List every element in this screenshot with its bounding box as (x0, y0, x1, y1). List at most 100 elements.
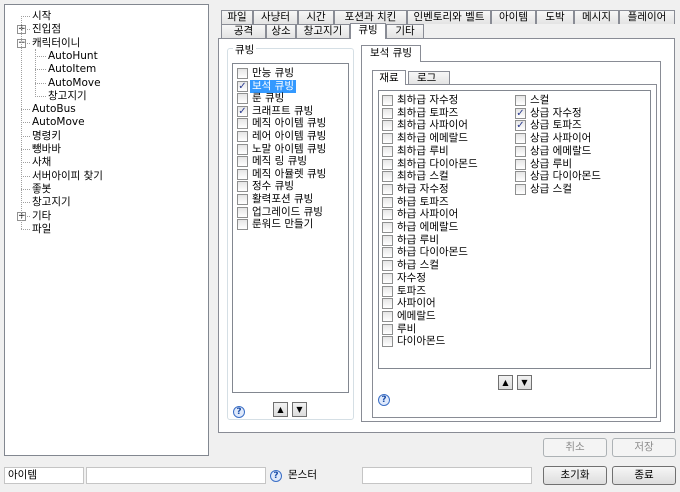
tree-item[interactable]: 서버아이피 찾기 (31, 170, 104, 183)
unchecked-checkbox[interactable] (237, 206, 248, 218)
unchecked-checkbox[interactable] (382, 183, 393, 195)
tree-item[interactable]: 뺑바바 (31, 143, 62, 156)
unchecked-checkbox[interactable] (237, 93, 248, 105)
move-down-button[interactable]: ▼ (292, 402, 307, 417)
checked-checkbox[interactable]: ✓ (515, 120, 526, 132)
checkbox-label: 최하급 토파즈 (397, 106, 459, 119)
cubing-help-icon[interactable]: ? (233, 406, 245, 418)
unchecked-checkbox[interactable] (382, 107, 393, 119)
unchecked-checkbox[interactable] (515, 158, 526, 170)
checkbox-label: 최하급 루비 (397, 144, 449, 157)
tab-row2-item[interactable]: 창고지기 (296, 24, 350, 38)
unchecked-checkbox[interactable] (382, 310, 393, 322)
unchecked-checkbox[interactable] (382, 285, 393, 297)
tree-item[interactable]: 파일 (31, 223, 52, 236)
tree-item[interactable]: 창고지기 (47, 90, 88, 103)
tree-item[interactable]: 기타 (31, 210, 52, 223)
tree-item[interactable]: 진입점 (31, 23, 62, 36)
tab-row1-item[interactable]: 플레이어 (619, 10, 675, 24)
tab-row1-item[interactable]: 사냥터 (253, 10, 298, 24)
tab-row1-item[interactable]: 시간 (298, 10, 334, 24)
unchecked-checkbox[interactable] (237, 131, 248, 142)
cancel-button[interactable]: 취소 (543, 438, 607, 457)
materials-down-button[interactable]: ▼ (517, 375, 532, 390)
tree-connector (21, 149, 30, 150)
up-arrow-icon: ▲ (502, 378, 509, 387)
checkbox-label: 크래프트 큐빙 (252, 104, 314, 117)
materials-up-button[interactable]: ▲ (498, 375, 513, 390)
tree-item[interactable]: AutoMove (31, 116, 86, 129)
unchecked-checkbox[interactable] (382, 336, 393, 348)
move-up-button[interactable]: ▲ (273, 402, 288, 417)
unchecked-checkbox[interactable] (515, 95, 526, 106)
tree-connector (35, 95, 46, 97)
unchecked-checkbox[interactable] (237, 219, 248, 231)
tree-item[interactable]: 시작 (31, 10, 52, 23)
checked-checkbox[interactable]: ✓ (515, 107, 526, 119)
save-button[interactable]: 저장 (612, 438, 676, 457)
tree-item[interactable]: 명령키 (31, 130, 62, 143)
tab-row2-item[interactable]: 공격 (221, 24, 266, 38)
tab-log[interactable]: 로그 (408, 71, 450, 85)
cubing-list[interactable]: 만능 큐빙 ✓ 보석 큐빙 룬 큐빙 ✓ 크래프트 큐빙 메직 아이템 큐빙 레어 아이템 큐… (232, 63, 349, 393)
tree-item[interactable]: 캐릭터이니 (31, 37, 81, 50)
unchecked-checkbox[interactable] (237, 156, 248, 168)
tree-connector (35, 69, 46, 71)
unchecked-checkbox[interactable] (382, 209, 393, 221)
unchecked-checkbox[interactable] (237, 143, 248, 155)
unchecked-checkbox[interactable] (382, 222, 393, 233)
reset-button[interactable]: 초기화 (543, 466, 607, 485)
tab-row2-item[interactable]: 큐빙 (350, 23, 386, 39)
tree-item[interactable]: AutoBus (31, 103, 77, 116)
tab-row1-item[interactable]: 파일 (221, 10, 253, 24)
checkbox-label: 메직 아뮬렛 큐빙 (252, 167, 327, 180)
unchecked-checkbox[interactable] (382, 158, 393, 170)
unchecked-checkbox[interactable] (382, 196, 393, 208)
materials-help-icon[interactable]: ? (378, 394, 390, 406)
unchecked-checkbox[interactable] (382, 298, 393, 310)
unchecked-checkbox[interactable] (382, 133, 393, 145)
tree-item[interactable]: AutoItem (47, 63, 97, 76)
unchecked-checkbox[interactable] (515, 183, 526, 195)
tab-row2-item[interactable]: 상소 (266, 24, 296, 38)
tree-item[interactable]: AutoHunt (47, 50, 99, 63)
tree-item[interactable]: AutoMove (47, 77, 102, 90)
unchecked-checkbox[interactable] (237, 118, 248, 130)
materials-list[interactable]: 최하급 자수정 최하급 토파즈 최하급 사파이어 최하급 에메랄드 최하급 루비 최하급 … (378, 90, 651, 369)
unchecked-checkbox[interactable] (382, 95, 393, 106)
tab-gem-cubing[interactable]: 보석 큐빙 (361, 45, 421, 62)
tab-row1-item[interactable]: 도박 (536, 10, 574, 24)
tree-item[interactable]: 좋봇 (31, 183, 52, 196)
checked-checkbox[interactable]: ✓ (237, 80, 248, 92)
tree-item[interactable]: 창고지기 (31, 196, 72, 209)
unchecked-checkbox[interactable] (237, 168, 248, 180)
tree-item[interactable]: 사채 (31, 156, 52, 169)
tab-row2-item[interactable]: 기타 (386, 24, 424, 38)
tab-row1-item[interactable]: 포션과 치킨 (334, 10, 407, 24)
unchecked-checkbox[interactable] (237, 181, 248, 193)
tree-branch (35, 48, 36, 95)
tree-item-label: 서버아이피 찾기 (32, 169, 103, 182)
unchecked-checkbox[interactable] (382, 247, 393, 259)
tab-row1-item[interactable]: 아이템 (491, 10, 536, 24)
checked-checkbox[interactable]: ✓ (237, 105, 248, 117)
unchecked-checkbox[interactable] (237, 68, 248, 79)
unchecked-checkbox[interactable] (382, 145, 393, 157)
unchecked-checkbox[interactable] (515, 171, 526, 183)
unchecked-checkbox[interactable] (382, 260, 393, 272)
unchecked-checkbox[interactable] (382, 171, 393, 183)
unchecked-checkbox[interactable] (515, 133, 526, 145)
unchecked-checkbox[interactable] (382, 234, 393, 246)
tab-row1-item[interactable]: 메시지 (574, 10, 619, 24)
unchecked-checkbox[interactable] (237, 194, 248, 205)
unchecked-checkbox[interactable] (515, 145, 526, 157)
tab-materials[interactable]: 재료 (372, 70, 406, 85)
exit-button[interactable]: 종료 (612, 466, 676, 485)
unchecked-checkbox[interactable] (382, 323, 393, 335)
settings-tree[interactable]: 시작 진입점 + 캐릭터이니 − AutoHunt AutoItem AutoMove 창고지기… (4, 4, 209, 456)
checkbox-label: 최하급 자수정 (397, 94, 459, 106)
unchecked-checkbox[interactable] (382, 120, 393, 132)
unchecked-checkbox[interactable] (382, 272, 393, 284)
tab-row1-item[interactable]: 인벤토리와 벨트 (407, 10, 491, 24)
tree-item-label: AutoMove (32, 116, 85, 129)
